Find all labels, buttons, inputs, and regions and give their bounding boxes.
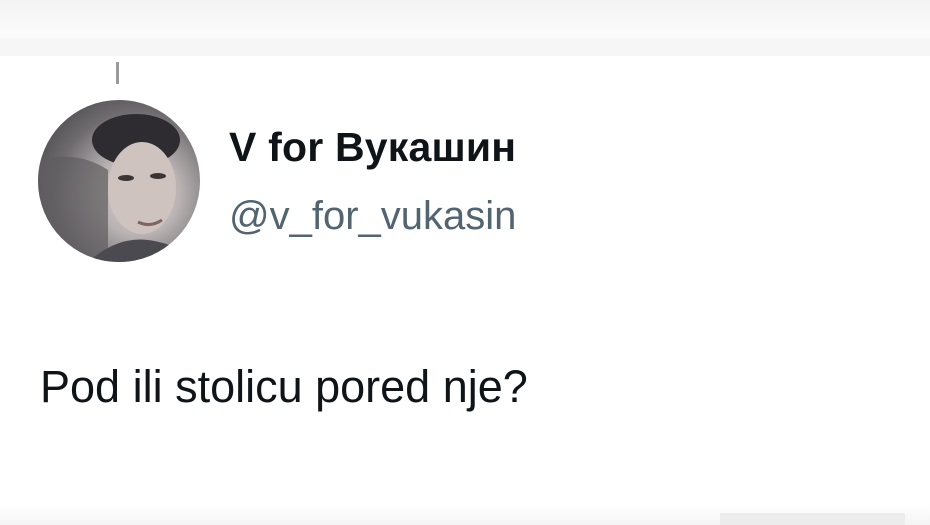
- bottom-background-strip: [0, 505, 930, 525]
- top-background-strip: [0, 0, 930, 58]
- top-band: [0, 38, 930, 56]
- profile-photo-icon: [38, 114, 200, 262]
- display-name[interactable]: V for Вукашин: [229, 124, 516, 171]
- tweet-text: Pod ili stolicu pored nje?: [40, 361, 528, 412]
- avatar[interactable]: [38, 100, 200, 262]
- bottom-block: [720, 513, 905, 525]
- text-cursor: [116, 62, 119, 84]
- user-handle[interactable]: @v_for_vukasin: [229, 194, 516, 239]
